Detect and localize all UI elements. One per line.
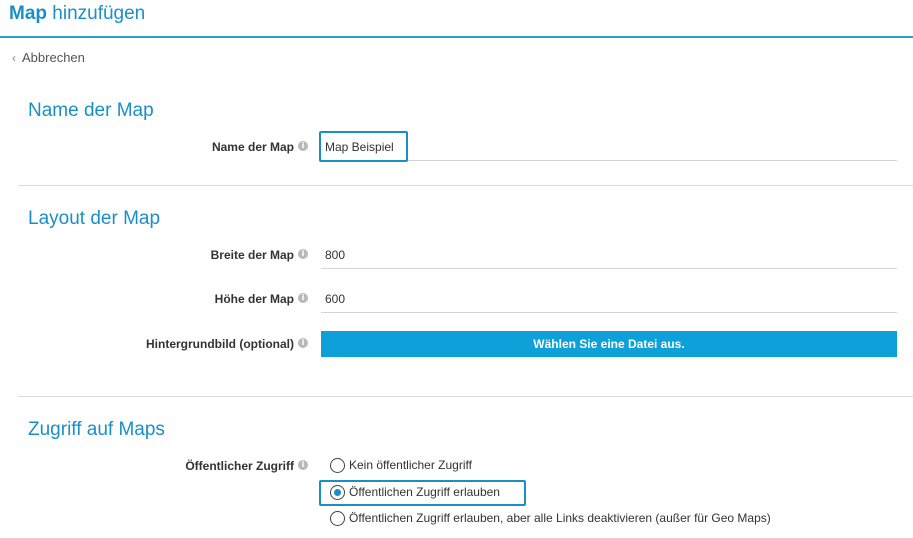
map-width-value: 800 [325, 248, 346, 262]
map-height-label: Höhe der Map [214, 292, 294, 306]
info-icon[interactable]: i [298, 141, 308, 151]
map-name-label: Name der Map [211, 140, 294, 154]
map-height-input[interactable]: 600 [321, 285, 897, 313]
map-height-value: 600 [325, 292, 346, 306]
radio-label: Öffentlichen Zugriff erlauben [349, 485, 500, 499]
section-divider [18, 396, 913, 397]
info-icon[interactable]: i [298, 338, 308, 348]
radio-label: Öffentlichen Zugriff erlauben, aber alle… [349, 511, 771, 525]
page-title-bold: Map [9, 3, 47, 24]
info-icon[interactable]: i [298, 293, 308, 303]
page-title: Map hinzufügen [9, 3, 145, 25]
choose-file-button[interactable]: Wählen Sie eine Datei aus. [321, 331, 897, 357]
page-header: Map hinzufügen [0, 0, 913, 38]
section-divider [18, 185, 913, 186]
info-icon[interactable]: i [298, 249, 308, 259]
page-title-rest: hinzufügen [52, 3, 146, 24]
radio-button-selected[interactable] [330, 485, 345, 500]
radio-button[interactable] [330, 458, 345, 473]
public-access-label: Öffentlicher Zugriff [185, 459, 294, 473]
cancel-link-label: Abbrechen [22, 50, 85, 65]
section-title-name: Name der Map [28, 100, 154, 121]
radio-button[interactable] [330, 511, 345, 526]
chevron-left-icon: ‹ [12, 51, 16, 65]
section-title-layout: Layout der Map [28, 208, 161, 229]
info-icon[interactable]: i [298, 460, 308, 470]
map-width-input[interactable]: 800 [321, 241, 897, 269]
map-name-input[interactable] [319, 131, 408, 162]
background-image-label: Hintergrundbild (optional) [146, 337, 294, 351]
section-title-access: Zugriff auf Maps [28, 419, 165, 440]
radio-label: Kein öffentlicher Zugriff [349, 458, 472, 472]
map-width-label: Breite der Map [210, 248, 294, 262]
cancel-link[interactable]: ‹ Abbrechen [12, 50, 85, 65]
